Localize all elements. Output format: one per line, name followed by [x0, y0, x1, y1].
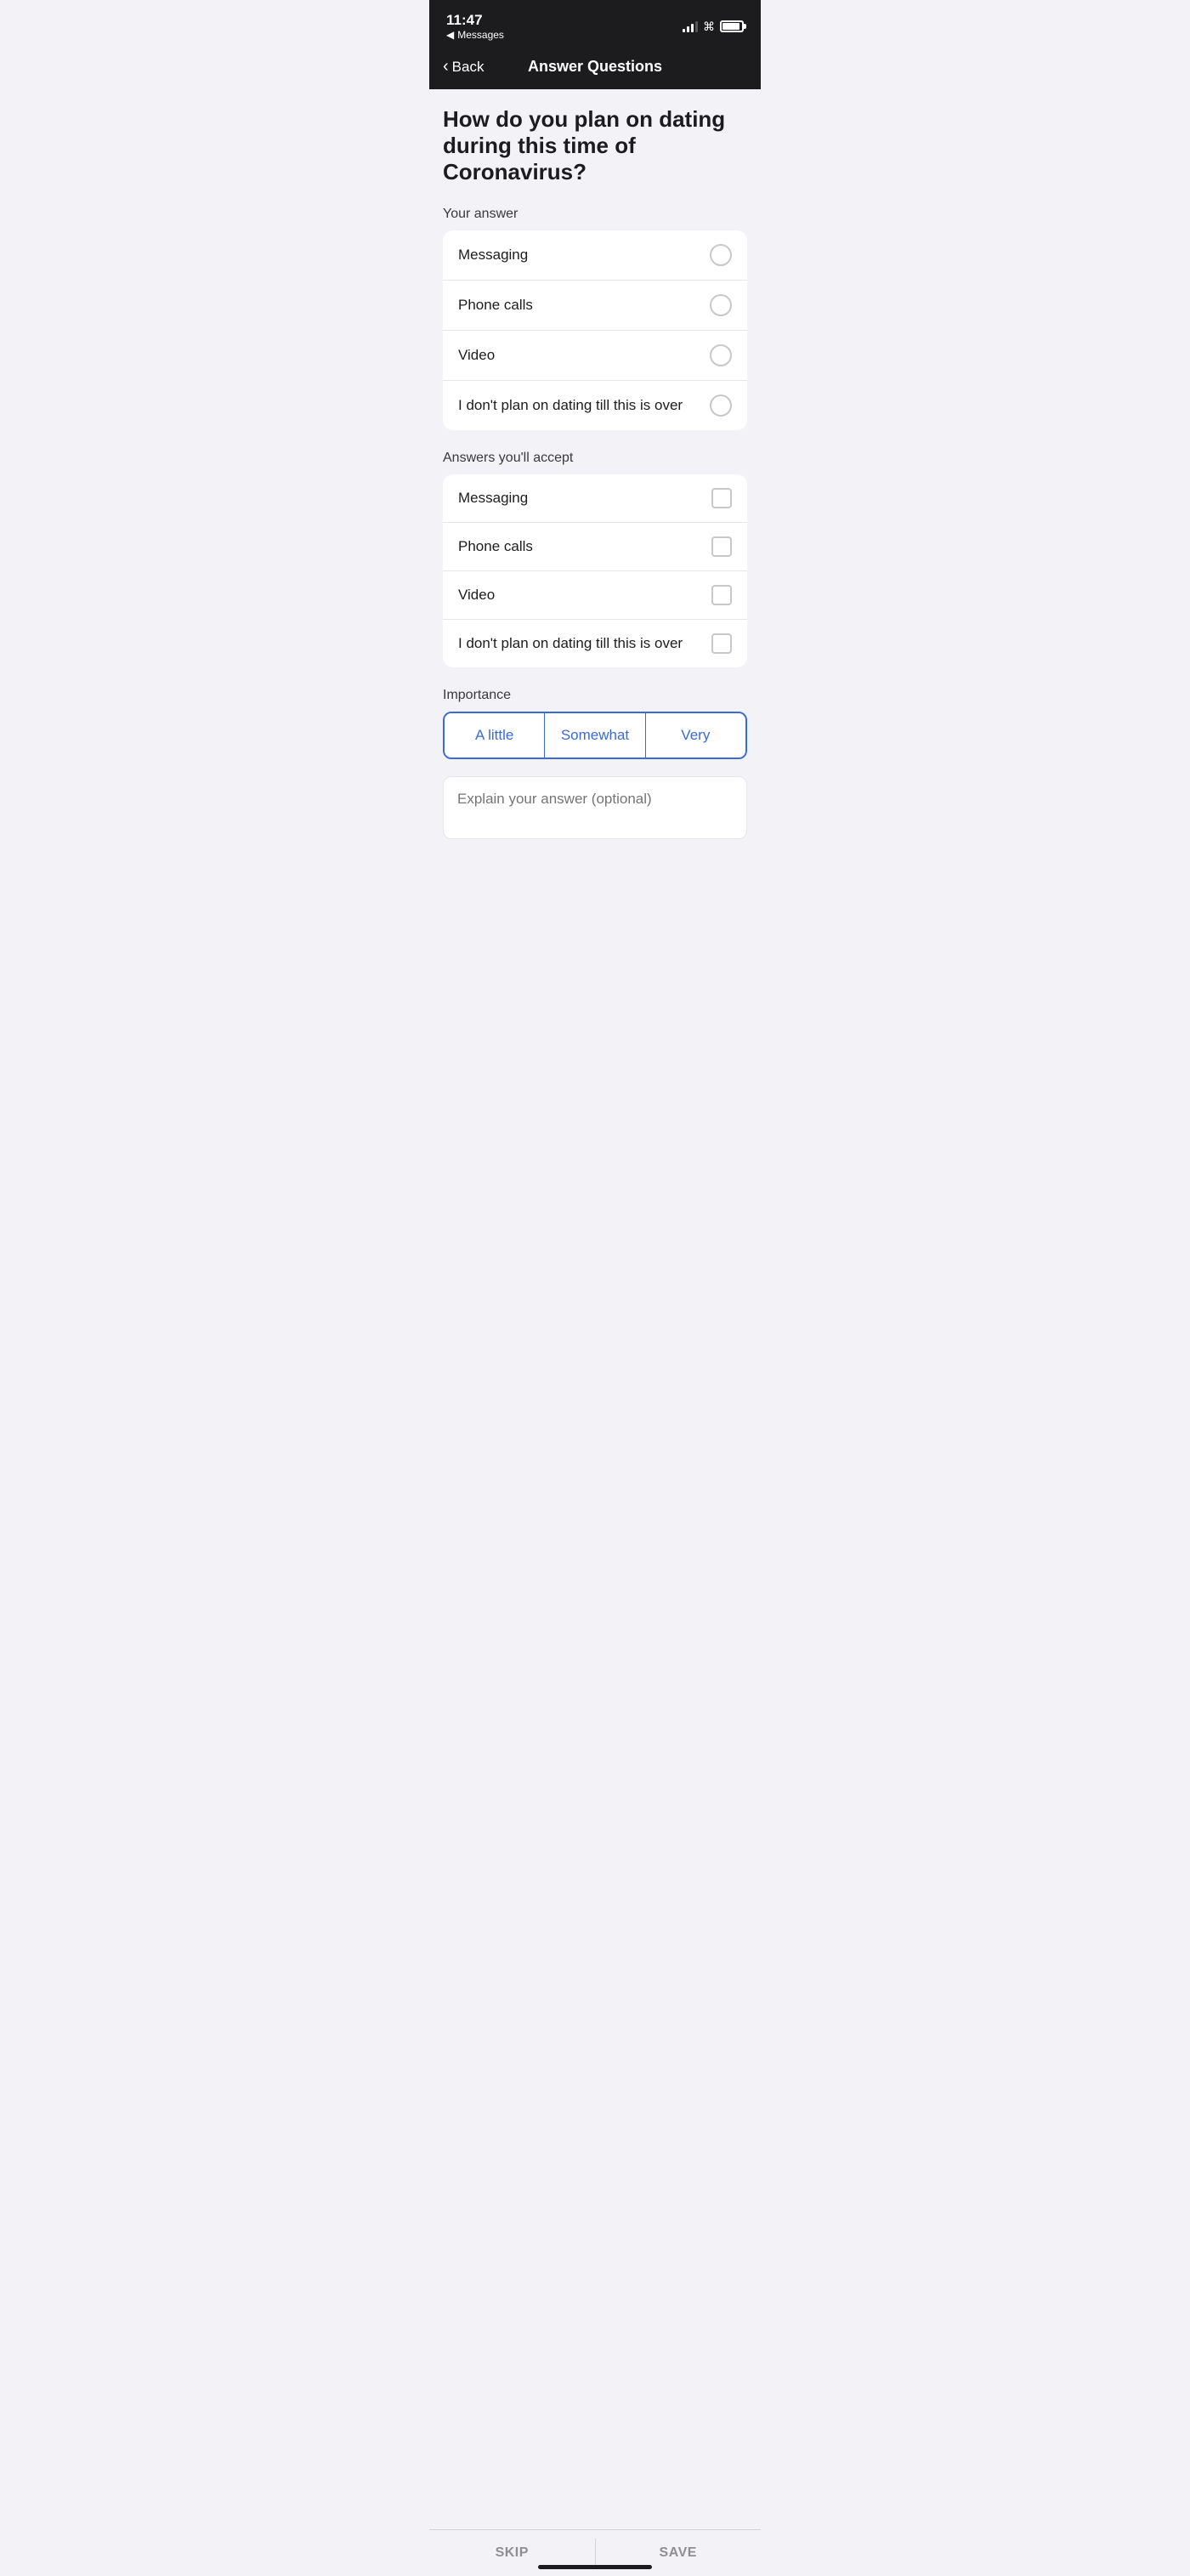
navigation-bar: ‹ Back Answer Questions: [429, 48, 761, 89]
explain-input[interactable]: [443, 776, 747, 839]
back-label: Back: [452, 59, 484, 76]
option-label: Phone calls: [458, 538, 533, 555]
accepted-answers-card: Messaging Phone calls Video I don't plan…: [443, 474, 747, 667]
checkbox-messaging[interactable]: [711, 488, 732, 508]
main-content: How do you plan on dating during this ti…: [429, 89, 761, 962]
status-bar: 11:47 ◀ Messages ⌘: [429, 0, 761, 48]
status-icons: ⌘: [683, 20, 744, 34]
nav-title: Answer Questions: [528, 58, 662, 76]
importance-btn-very[interactable]: Very: [646, 713, 745, 757]
accepted-answers-label: Answers you'll accept: [443, 451, 747, 466]
radio-messaging[interactable]: [710, 244, 732, 266]
option-label: I don't plan on dating till this is over: [458, 635, 683, 652]
question-title: How do you plan on dating during this ti…: [443, 106, 747, 186]
back-arrow-icon: ◀: [446, 29, 454, 41]
accept-option-phone-calls[interactable]: Phone calls: [443, 523, 747, 571]
checkbox-phone-calls[interactable]: [711, 536, 732, 557]
checkbox-video[interactable]: [711, 585, 732, 605]
checkbox-no-dating[interactable]: [711, 633, 732, 654]
accept-option-messaging[interactable]: Messaging: [443, 474, 747, 523]
your-answer-option-no-dating[interactable]: I don't plan on dating till this is over: [443, 381, 747, 430]
importance-btn-alittle[interactable]: A little: [445, 713, 545, 757]
radio-video[interactable]: [710, 344, 732, 366]
back-button[interactable]: ‹ Back: [443, 57, 484, 77]
importance-label: Importance: [443, 688, 747, 703]
battery-icon: [720, 20, 744, 32]
accept-option-video[interactable]: Video: [443, 571, 747, 620]
radio-no-dating[interactable]: [710, 394, 732, 417]
your-answer-option-phone-calls[interactable]: Phone calls: [443, 281, 747, 331]
importance-button-group: A little Somewhat Very: [443, 712, 747, 759]
status-messages: ◀ Messages: [446, 29, 504, 41]
your-answer-label: Your answer: [443, 207, 747, 222]
option-label: Video: [458, 587, 495, 604]
option-label: Phone calls: [458, 297, 533, 314]
option-label: Messaging: [458, 490, 528, 507]
back-chevron-icon: ‹: [443, 57, 449, 77]
accept-option-no-dating[interactable]: I don't plan on dating till this is over: [443, 620, 747, 667]
status-time: 11:47: [446, 12, 504, 29]
option-label: Video: [458, 347, 495, 364]
your-answer-option-video[interactable]: Video: [443, 331, 747, 381]
your-answer-option-messaging[interactable]: Messaging: [443, 230, 747, 281]
your-answer-card: Messaging Phone calls Video I don't plan…: [443, 230, 747, 430]
home-indicator: [538, 2565, 652, 2569]
radio-phone-calls[interactable]: [710, 294, 732, 316]
option-label: Messaging: [458, 247, 528, 264]
option-label: I don't plan on dating till this is over: [458, 397, 683, 414]
wifi-icon: ⌘: [703, 20, 715, 34]
signal-icon: [683, 20, 698, 32]
importance-btn-somewhat[interactable]: Somewhat: [545, 713, 645, 757]
